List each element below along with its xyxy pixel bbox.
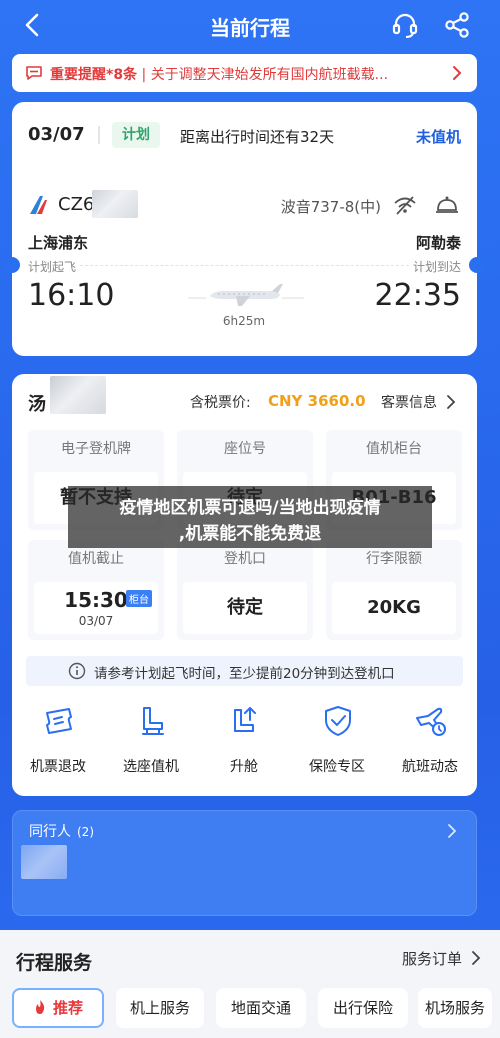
- cell-label: 电子登机牌: [61, 441, 131, 457]
- cell-label: 行李限额: [366, 551, 422, 567]
- checkin-deadline-cell[interactable]: 值机截止 15:30 柜台 03/07: [28, 540, 164, 640]
- info-icon: [68, 662, 86, 680]
- chevron-right-icon[interactable]: [470, 950, 482, 966]
- action-label: 保险专区: [309, 759, 365, 775]
- passenger-name-redacted: [50, 376, 106, 414]
- tab-ground-transport[interactable]: 地面交通: [216, 988, 306, 1028]
- refund-change-button[interactable]: 机票退改: [14, 704, 102, 784]
- notice-prefix: 重要提醒*8条: [50, 67, 138, 83]
- boarding-gate-cell[interactable]: 登机口 待定: [177, 540, 313, 640]
- insurance-button[interactable]: 保险专区: [293, 704, 381, 784]
- action-label: 航班动态: [402, 759, 458, 775]
- seat-selection-button[interactable]: 选座值机: [107, 704, 195, 784]
- cell-value: 待定: [183, 582, 307, 634]
- services-title: 行程服务: [16, 952, 93, 974]
- top-nav-bar: 当前行程: [0, 0, 500, 50]
- shield-icon: [325, 706, 351, 736]
- notice-message: 关于调整天津始发所有国内航班截载...: [150, 67, 389, 83]
- airplane-icon: [188, 284, 304, 306]
- flight-number: CZ6: [58, 194, 95, 215]
- tab-inflight-service[interactable]: 机上服务: [116, 988, 204, 1028]
- departure-city: 上海浦东: [28, 234, 89, 252]
- deadline-time-text: 15:30: [64, 588, 128, 612]
- tab-travel-insurance[interactable]: 出行保险: [318, 988, 408, 1028]
- companion-avatar-redacted: [21, 845, 67, 879]
- notice-separator: |: [141, 67, 147, 83]
- page-title: 当前行程: [210, 16, 290, 40]
- dashed-divider: [30, 265, 459, 266]
- share-icon[interactable]: [442, 10, 472, 40]
- fire-icon: [35, 1000, 45, 1014]
- cell-value: 20KG: [332, 582, 456, 634]
- notice-text: 重要提醒*8条 | 关于调整天津始发所有国内航班截载...: [50, 64, 445, 84]
- boarding-tip: 请参考计划起飞时间，至少提前20分钟到达登机口: [26, 656, 463, 686]
- tip-text: 请参考计划起飞时间，至少提前20分钟到达登机口: [94, 666, 395, 682]
- card-notch-left: [4, 257, 20, 273]
- app-screen: 当前行程 重要提醒*8条 | 关于调整天津始发所有国内航班截载... 03/07…: [0, 0, 500, 1038]
- airline-logo-icon: [30, 196, 47, 214]
- customer-service-icon[interactable]: [390, 10, 420, 40]
- departure-label: 计划起飞: [28, 258, 81, 275]
- departure-time: 16:10: [28, 278, 115, 313]
- tab-label: 推荐: [52, 999, 83, 1017]
- overlay-line-1: 疫情地区机票可退吗/当地出现疫情: [119, 498, 381, 518]
- card-notch-right: [469, 257, 485, 273]
- checkin-status[interactable]: 未值机: [416, 126, 461, 147]
- arrival-label: 计划到达: [408, 258, 461, 275]
- companions-card[interactable]: 同行人 (2): [12, 810, 477, 916]
- checkin-deadline-date: 03/07: [78, 614, 114, 628]
- upgrade-button[interactable]: 升舱: [200, 704, 288, 784]
- important-notice-bar[interactable]: 重要提醒*8条 | 关于调整天津始发所有国内航班截载...: [12, 54, 477, 92]
- cell-label: 登机口: [224, 551, 266, 567]
- trip-date: 03/07: [28, 124, 85, 145]
- companions-count: (2): [77, 825, 94, 839]
- cell-label: 值机截止: [68, 551, 124, 567]
- companions-title: 同行人 (2): [29, 821, 94, 841]
- tab-recommended[interactable]: 推荐: [12, 988, 104, 1028]
- flight-status-button[interactable]: 航班动态: [386, 704, 474, 784]
- upgrade-icon: [234, 707, 256, 732]
- flight-duration: 6h25m: [222, 314, 266, 328]
- wifi-icon: [394, 196, 416, 215]
- companions-title-text: 同行人: [29, 824, 71, 840]
- ticket-price: CNY 3660.0: [268, 392, 366, 410]
- meal-icon: [436, 196, 458, 213]
- baggage-allowance-cell[interactable]: 行李限额 20KG: [326, 540, 462, 640]
- overlay-line-2: ,机票能不能免费退: [178, 524, 322, 544]
- divider: [98, 126, 100, 144]
- flight-status-icon: [416, 707, 446, 736]
- action-label: 升舱: [230, 759, 258, 775]
- chevron-right-icon: [453, 66, 462, 80]
- trip-services-section: 行程服务 服务订单 推荐 机上服务 地面交通 出行保险 机场服务: [0, 930, 500, 1038]
- action-label: 机票退改: [30, 759, 86, 775]
- ticket-card: 汤 含税票价: CNY 3660.0 客票信息 电子登机牌 暂不支持 座位号 待…: [12, 374, 477, 796]
- flight-card[interactable]: 03/07 计划 距离出行时间还有32天 未值机 CZ6 波音737-8(中) …: [4, 102, 485, 356]
- trip-countdown: 距离出行时间还有32天: [180, 128, 335, 146]
- seat-icon: [142, 707, 164, 735]
- chevron-right-icon: [448, 824, 457, 838]
- plan-tag: 计划: [112, 122, 160, 148]
- service-orders-link[interactable]: 服务订单: [402, 948, 462, 969]
- tab-airport-service[interactable]: 机场服务: [418, 988, 492, 1028]
- chevron-right-icon[interactable]: [445, 394, 457, 410]
- ticket-change-icon: [46, 708, 72, 734]
- arrival-city: 阿勒泰: [415, 234, 461, 252]
- aircraft-type: 波音737-8(中): [280, 198, 381, 216]
- cell-value: 15:30 柜台 03/07: [34, 582, 158, 634]
- passenger-info-link[interactable]: 客票信息: [381, 392, 437, 412]
- price-label: 含税票价:: [190, 395, 251, 411]
- message-icon: [26, 66, 42, 80]
- action-label: 选座值机: [123, 759, 179, 775]
- counter-tag: 柜台: [126, 590, 152, 607]
- arrival-time: 22:35: [374, 278, 461, 313]
- passenger-name: 汤: [28, 394, 46, 415]
- article-title-overlay: 疫情地区机票可退吗/当地出现疫情 ,机票能不能免费退: [68, 486, 432, 548]
- cell-label: 座位号: [224, 441, 266, 457]
- flight-number-redacted: [92, 190, 138, 218]
- cell-label: 值机柜台: [366, 441, 422, 457]
